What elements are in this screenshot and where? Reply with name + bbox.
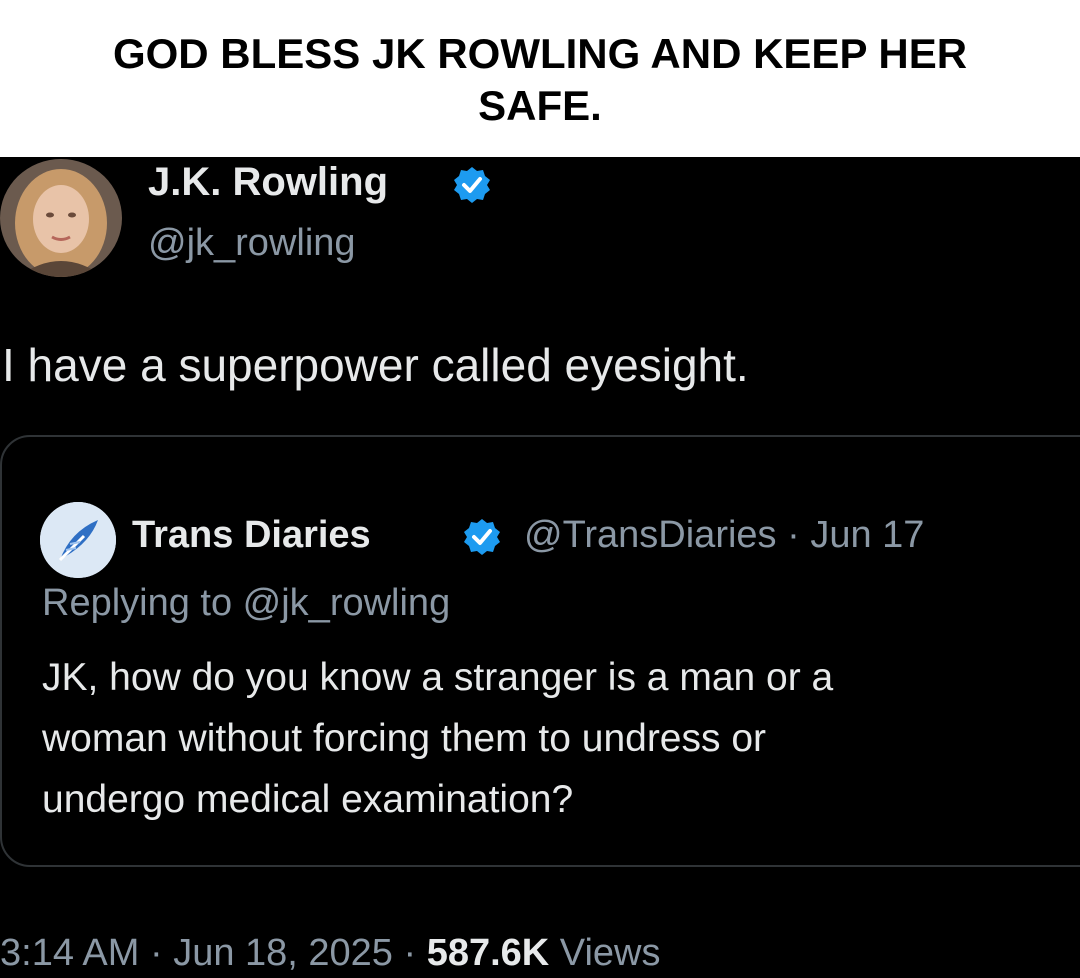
views-label: Views [549, 932, 661, 974]
quoted-author-handle[interactable]: @TransDiaries [524, 514, 777, 556]
author-name[interactable]: J.K. Rowling [148, 157, 388, 207]
quoted-author-avatar[interactable] [40, 502, 116, 578]
quoted-tweet-text: JK, how do you know a stranger is a man … [42, 647, 1080, 830]
quoted-author-name[interactable]: Trans Diaries [132, 511, 371, 559]
quoted-meta: @TransDiaries · Jun 17 [524, 511, 924, 559]
caption-line-1: GOD BLESS JK ROWLING AND KEEP HER [112, 30, 968, 77]
tweet-footer: 3:14 AM · Jun 18, 2025 · 587.6K Views [0, 929, 661, 977]
tweet-timestamp[interactable]: 3:14 AM · Jun 18, 2025 · [0, 932, 427, 974]
author-avatar[interactable] [0, 159, 122, 277]
quoted-text-line-1: JK, how do you know a stranger is a man … [42, 656, 834, 699]
tweet-card[interactable]: J.K. Rowling @jk_rowling I have a superp… [0, 157, 1080, 978]
author-handle[interactable]: @jk_rowling [148, 219, 356, 267]
quoted-tweet[interactable]: Trans Diaries @TransDiaries · Jun 17 Rep… [0, 435, 1080, 867]
avatar-portrait-icon [0, 159, 122, 277]
views-count: 587.6K [426, 932, 550, 974]
quoted-verified-badge-icon [462, 517, 502, 557]
quoted-text-line-2: woman without forcing them to undress or [42, 717, 767, 760]
verified-badge-icon [452, 165, 492, 205]
tweet-text: I have a superpower called eyesight. [2, 339, 749, 391]
caption-text: GOD BLESS JK ROWLING AND KEEP HER SAFE. [40, 28, 1040, 132]
quoted-date[interactable]: Jun 17 [810, 514, 924, 556]
quoted-separator: · [776, 514, 811, 556]
replying-to[interactable]: Replying to @jk_rowling [42, 579, 450, 627]
caption-line-2: SAFE. [478, 82, 602, 129]
meme-caption: GOD BLESS JK ROWLING AND KEEP HER SAFE. [0, 0, 1080, 157]
feather-logo-icon [40, 502, 116, 578]
quoted-text-line-3: undergo medical examination? [42, 778, 574, 821]
